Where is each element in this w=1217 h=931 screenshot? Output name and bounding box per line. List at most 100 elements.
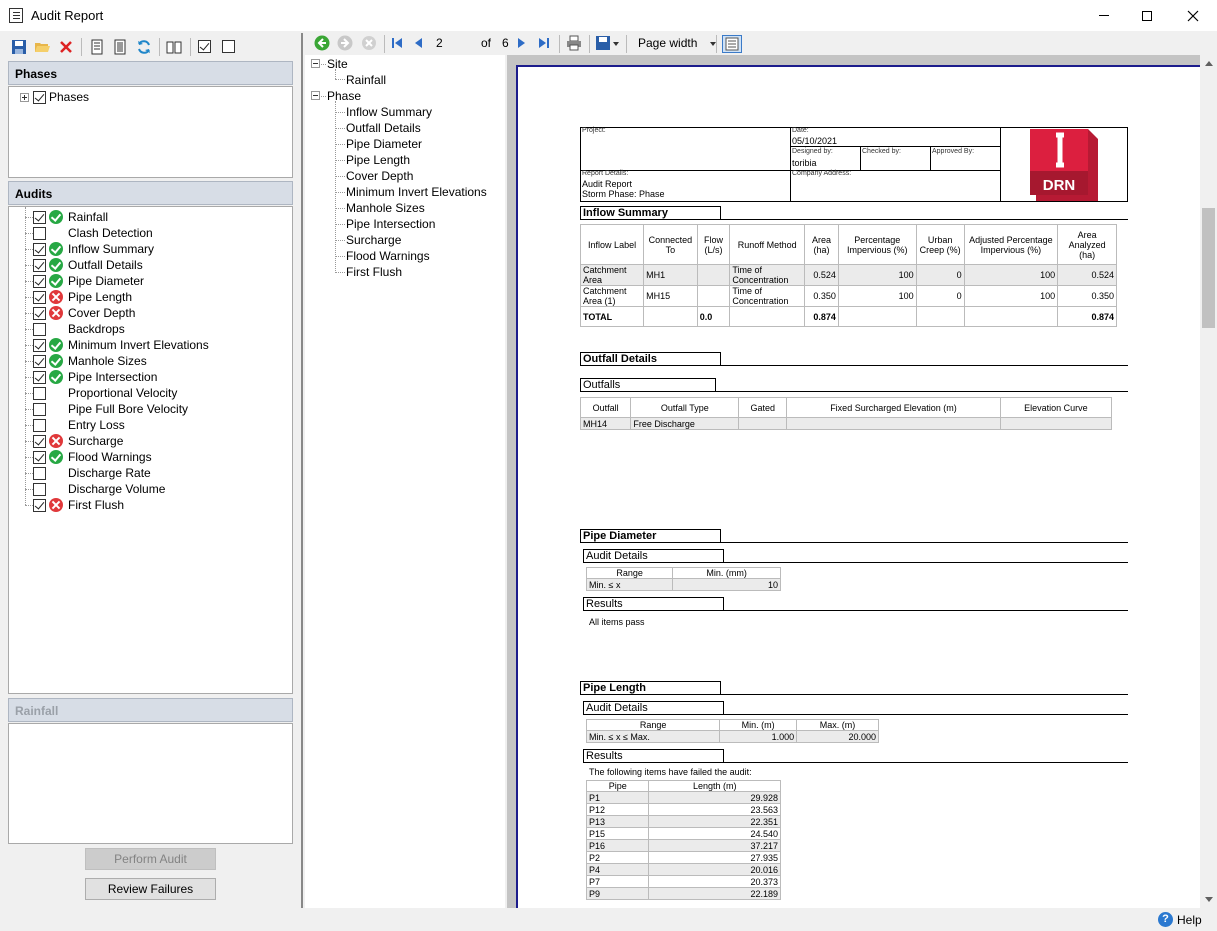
audit-label[interactable]: Pipe Diameter: [68, 274, 144, 288]
audit-checkbox[interactable]: [33, 322, 46, 336]
audit-checkbox[interactable]: [33, 434, 46, 448]
audit-item[interactable]: Manhole Sizes: [33, 353, 147, 369]
docmap-site-item[interactable]: Rainfall: [346, 73, 386, 87]
expand-icon[interactable]: [20, 93, 29, 102]
check-all-icon[interactable]: [198, 40, 211, 53]
audit-item[interactable]: Clash Detection: [33, 225, 153, 241]
audit-checkbox[interactable]: [33, 482, 46, 496]
report-list-icon[interactable]: [112, 39, 128, 55]
back-icon[interactable]: [314, 35, 330, 51]
audit-item[interactable]: Pipe Intersection: [33, 369, 157, 385]
audit-checkbox[interactable]: [33, 306, 46, 320]
audit-label[interactable]: Pipe Length: [68, 290, 132, 304]
minimize-button[interactable]: [1081, 0, 1127, 31]
report-icon[interactable]: [89, 39, 105, 55]
audit-label[interactable]: Flood Warnings: [68, 450, 152, 464]
docmap-phase-item[interactable]: Surcharge: [346, 233, 401, 247]
perform-audit-button[interactable]: Perform Audit: [85, 848, 216, 870]
audit-label[interactable]: Rainfall: [68, 210, 108, 224]
print-icon[interactable]: [566, 35, 582, 51]
audit-checkbox[interactable]: [33, 402, 46, 416]
docmap-phase[interactable]: Phase: [327, 89, 361, 103]
audit-checkbox[interactable]: [33, 210, 46, 224]
docmap-phase-item[interactable]: Inflow Summary: [346, 105, 432, 119]
audit-label[interactable]: Proportional Velocity: [68, 386, 177, 400]
audit-label[interactable]: Minimum Invert Elevations: [68, 338, 209, 352]
audit-label[interactable]: Manhole Sizes: [68, 354, 147, 368]
audit-item[interactable]: Discharge Volume: [33, 481, 165, 497]
docmap-phase-item[interactable]: Manhole Sizes: [346, 201, 425, 215]
report-scrollbar[interactable]: [1200, 55, 1217, 908]
audit-checkbox[interactable]: [33, 290, 46, 304]
audit-checkbox[interactable]: [33, 386, 46, 400]
help-icon[interactable]: ?: [1158, 912, 1173, 927]
audit-label[interactable]: Clash Detection: [68, 226, 153, 240]
audit-item[interactable]: Inflow Summary: [33, 241, 154, 257]
audit-label[interactable]: Surcharge: [68, 434, 123, 448]
forward-icon[interactable]: [337, 35, 353, 51]
uncheck-all-icon[interactable]: [222, 40, 235, 53]
audit-item[interactable]: Outfall Details: [33, 257, 143, 273]
audit-label[interactable]: Discharge Volume: [68, 482, 165, 496]
docmap-site[interactable]: Site: [327, 57, 348, 71]
audit-checkbox[interactable]: [33, 498, 46, 512]
audit-label[interactable]: First Flush: [68, 498, 124, 512]
panel-splitter[interactable]: [301, 33, 303, 908]
audit-item[interactable]: First Flush: [33, 497, 124, 513]
audit-item[interactable]: Backdrops: [33, 321, 125, 337]
audit-checkbox[interactable]: [33, 370, 46, 384]
page-layout-icon[interactable]: [722, 35, 742, 53]
audit-label[interactable]: Inflow Summary: [68, 242, 154, 256]
scroll-up-icon[interactable]: [1205, 61, 1213, 66]
audit-checkbox[interactable]: [33, 354, 46, 368]
audit-item[interactable]: Discharge Rate: [33, 465, 151, 481]
next-page-icon[interactable]: [513, 35, 529, 51]
first-page-icon[interactable]: [389, 35, 405, 51]
save-icon[interactable]: [11, 39, 27, 55]
page-number-input[interactable]: 2: [436, 36, 443, 50]
audit-checkbox[interactable]: [33, 274, 46, 288]
audit-checkbox[interactable]: [33, 242, 46, 256]
scroll-thumb[interactable]: [1202, 208, 1215, 328]
audit-label[interactable]: Pipe Full Bore Velocity: [68, 402, 188, 416]
audit-checkbox[interactable]: [33, 258, 46, 272]
audit-label[interactable]: Backdrops: [68, 322, 125, 336]
previous-page-icon[interactable]: [411, 35, 427, 51]
collapse-phase-icon[interactable]: [311, 91, 320, 100]
audit-checkbox[interactable]: [33, 338, 46, 352]
scroll-down-icon[interactable]: [1205, 897, 1213, 902]
refresh-icon[interactable]: [136, 39, 152, 55]
audit-item[interactable]: Flood Warnings: [33, 449, 152, 465]
phases-root-label[interactable]: Phases: [49, 90, 89, 104]
open-folder-icon[interactable]: [34, 39, 50, 55]
docmap-phase-item[interactable]: Pipe Intersection: [346, 217, 435, 231]
docmap-phase-item[interactable]: Cover Depth: [346, 169, 413, 183]
maximize-button[interactable]: [1124, 0, 1170, 31]
close-button[interactable]: [1170, 0, 1216, 31]
audit-label[interactable]: Pipe Intersection: [68, 370, 157, 384]
phases-checkbox[interactable]: [33, 90, 46, 104]
audit-checkbox[interactable]: [33, 450, 46, 464]
audit-label[interactable]: Cover Depth: [68, 306, 135, 320]
docmap-phase-item[interactable]: First Flush: [346, 265, 402, 279]
zoom-select[interactable]: Page width: [638, 36, 697, 50]
book-icon[interactable]: [166, 39, 182, 55]
docmap-phase-item[interactable]: Pipe Diameter: [346, 137, 422, 151]
audit-item[interactable]: Pipe Diameter: [33, 273, 144, 289]
audit-checkbox[interactable]: [33, 466, 46, 480]
audit-checkbox[interactable]: [33, 418, 46, 432]
docmap-phase-item[interactable]: Pipe Length: [346, 153, 410, 167]
last-page-icon[interactable]: [536, 35, 552, 51]
export-icon[interactable]: [595, 35, 611, 51]
audit-label[interactable]: Outfall Details: [68, 258, 143, 272]
audit-item[interactable]: Surcharge: [33, 433, 123, 449]
audit-item[interactable]: Pipe Length: [33, 289, 132, 305]
export-dropdown-icon[interactable]: [613, 42, 619, 46]
help-link[interactable]: Help: [1177, 913, 1202, 927]
docmap-phase-item[interactable]: Flood Warnings: [346, 249, 430, 263]
audit-label[interactable]: Discharge Rate: [68, 466, 151, 480]
collapse-site-icon[interactable]: [311, 59, 320, 68]
audit-item[interactable]: Minimum Invert Elevations: [33, 337, 209, 353]
audit-item[interactable]: Pipe Full Bore Velocity: [33, 401, 188, 417]
delete-icon[interactable]: [58, 39, 74, 55]
